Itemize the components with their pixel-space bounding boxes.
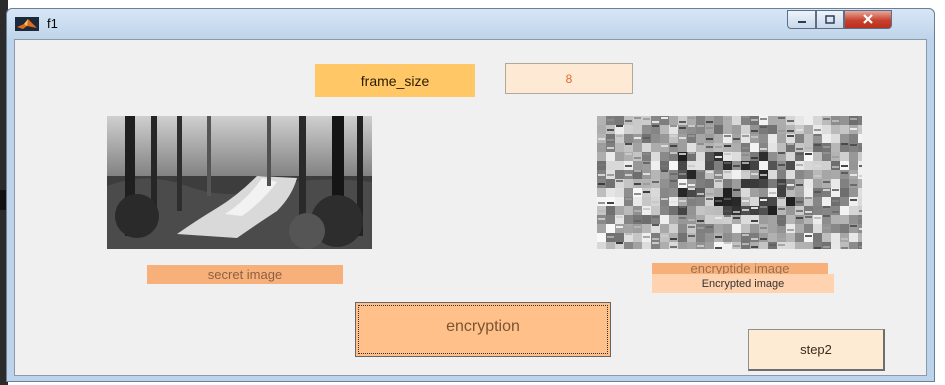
- window-title: f1: [47, 16, 58, 31]
- step2-button[interactable]: step2: [748, 329, 885, 371]
- matlab-icon: [15, 17, 39, 31]
- encryption-button[interactable]: encryption: [355, 302, 611, 357]
- frame-size-input[interactable]: 8: [505, 63, 633, 94]
- close-icon: [862, 13, 874, 27]
- maximize-icon: [825, 13, 835, 27]
- figure-area: frame_size 8 secret image encryptide ima…: [14, 39, 927, 376]
- app-window: f1 frame_size 8 secret image encryptide …: [6, 8, 935, 382]
- frame-size-label: frame_size: [315, 64, 475, 97]
- title-bar[interactable]: f1: [7, 9, 934, 39]
- minimize-button[interactable]: [787, 10, 816, 29]
- secret-image-caption: secret image: [147, 265, 343, 284]
- secret-image: [107, 116, 372, 249]
- close-button[interactable]: [844, 10, 892, 29]
- minimize-icon: [797, 13, 807, 27]
- encrypted-image-caption-2: Encrypted image: [652, 274, 834, 293]
- maximize-button[interactable]: [816, 10, 844, 29]
- encrypted-image: [597, 116, 862, 249]
